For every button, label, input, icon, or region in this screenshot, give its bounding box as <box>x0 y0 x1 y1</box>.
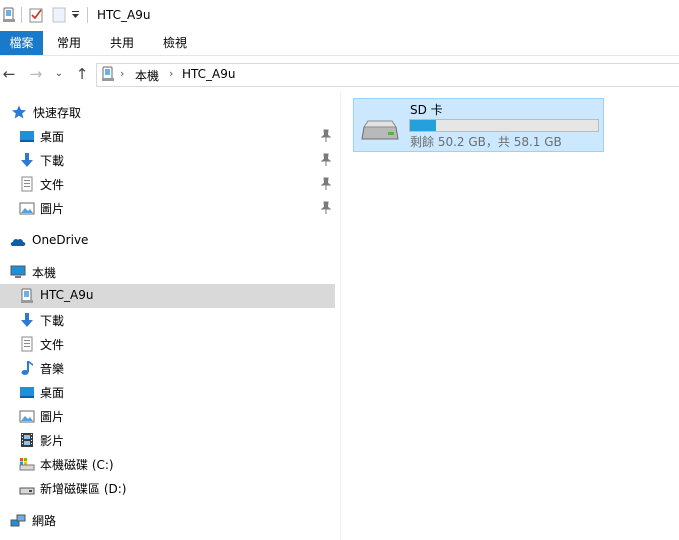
navigation-pane: 快速存取 桌面 下載 文件 圖片 OneDrive 本機 HTC_A9u 下載 … <box>0 92 341 540</box>
forward-button[interactable]: → <box>27 65 45 83</box>
phone-icon <box>102 66 114 81</box>
nav-label: 網路 <box>32 514 57 528</box>
tab-view[interactable]: 檢視 <box>154 31 196 55</box>
nav-videos[interactable]: 影片 <box>0 428 335 452</box>
arrow-up-icon: ↑ <box>75 65 89 83</box>
download-icon <box>21 153 33 167</box>
nav-quick-documents[interactable]: 文件 <box>0 172 335 196</box>
document-icon <box>21 336 33 352</box>
drive-name: SD 卡 <box>410 103 443 117</box>
tab-home[interactable]: 常用 <box>48 31 90 55</box>
nav-new-volume-d[interactable]: 新增磁碟區 (D:) <box>0 476 335 500</box>
nav-label: 文件 <box>40 338 65 352</box>
nav-label: 影片 <box>40 434 65 448</box>
back-button[interactable]: ← <box>0 65 18 83</box>
pictures-icon <box>19 202 35 215</box>
film-icon <box>21 433 33 447</box>
document-icon <box>21 176 33 192</box>
nav-desktop[interactable]: 桌面 <box>0 380 335 404</box>
nav-label: 快速存取 <box>33 106 82 120</box>
music-note-icon <box>21 361 33 375</box>
drive-usage-bar <box>409 119 599 132</box>
customize-quick-access-icon[interactable] <box>71 11 80 19</box>
ribbon: 檔案 常用 共用 檢視 <box>0 31 679 56</box>
nav-label: 圖片 <box>40 202 65 216</box>
breadcrumb-this-pc[interactable]: 本機 <box>135 67 159 84</box>
arrow-left-icon: ← <box>2 65 16 83</box>
pin-icon[interactable] <box>320 129 332 143</box>
navigation-bar: ← → ⌄ ↑ › 本機 › HTC_A9u <box>0 56 679 92</box>
nav-onedrive[interactable]: OneDrive <box>0 229 335 253</box>
nav-label: 桌面 <box>40 386 65 400</box>
title-bar: HTC_A9u <box>0 0 679 31</box>
nav-pictures[interactable]: 圖片 <box>0 404 335 428</box>
nav-quick-desktop[interactable]: 桌面 <box>0 124 335 148</box>
phone-icon[interactable] <box>2 7 16 23</box>
nav-downloads[interactable]: 下載 <box>0 308 335 332</box>
tab-file[interactable]: 檔案 <box>0 31 43 55</box>
nav-quick-pictures[interactable]: 圖片 <box>0 196 335 220</box>
address-bar[interactable]: › 本機 › HTC_A9u <box>96 63 679 87</box>
nav-htc-a9u[interactable]: HTC_A9u <box>0 284 335 308</box>
drive-usage-fill <box>410 120 436 131</box>
nav-label: 下載 <box>40 314 65 328</box>
system-drive-icon <box>19 458 35 471</box>
removable-drive-icon <box>361 120 399 140</box>
arrow-right-icon: → <box>29 65 43 83</box>
network-icon <box>10 514 26 527</box>
breadcrumb-htc-a9u[interactable]: HTC_A9u <box>182 67 235 81</box>
chevron-right-icon[interactable]: › <box>169 67 173 80</box>
tab-share[interactable]: 共用 <box>101 31 143 55</box>
chevron-down-icon: ⌄ <box>54 68 64 79</box>
drive-free-space: 剩餘 50.2 GB，共 58.1 GB <box>410 135 562 149</box>
nav-label: 圖片 <box>40 410 65 424</box>
nav-this-pc[interactable]: 本機 <box>0 260 335 284</box>
pin-icon[interactable] <box>320 153 332 167</box>
nav-network[interactable]: 網路 <box>0 508 335 532</box>
download-icon <box>21 313 33 327</box>
computer-icon <box>10 265 26 278</box>
phone-icon <box>21 288 33 303</box>
chevron-right-icon[interactable]: › <box>120 67 124 80</box>
properties-icon[interactable] <box>28 7 44 23</box>
pictures-icon <box>19 410 35 423</box>
pin-icon[interactable] <box>320 177 332 191</box>
window-title: HTC_A9u <box>97 8 151 22</box>
nav-music[interactable]: 音樂 <box>0 356 335 380</box>
nav-label: 文件 <box>40 178 65 192</box>
cloud-icon <box>10 238 26 246</box>
drive-icon <box>19 487 35 495</box>
recent-locations-button[interactable]: ⌄ <box>50 65 68 83</box>
nav-local-disk-c[interactable]: 本機磁碟 (C:) <box>0 452 335 476</box>
nav-label: HTC_A9u <box>40 288 94 302</box>
drive-tile-sd-card[interactable]: SD 卡 剩餘 50.2 GB，共 58.1 GB <box>353 98 604 152</box>
new-folder-icon[interactable] <box>52 7 66 23</box>
desktop-icon <box>20 131 34 142</box>
star-icon <box>12 105 26 119</box>
nav-documents[interactable]: 文件 <box>0 332 335 356</box>
nav-label: OneDrive <box>32 233 89 247</box>
nav-label: 本機 <box>32 266 57 280</box>
pin-icon[interactable] <box>320 201 332 215</box>
up-button[interactable]: ↑ <box>73 65 91 83</box>
nav-quick-access[interactable]: 快速存取 <box>0 100 335 124</box>
nav-label: 本機磁碟 (C:) <box>40 458 114 472</box>
nav-label: 音樂 <box>40 362 65 376</box>
desktop-icon <box>20 387 34 398</box>
nav-quick-downloads[interactable]: 下載 <box>0 148 335 172</box>
nav-label: 新增磁碟區 (D:) <box>40 482 127 496</box>
nav-label: 下載 <box>40 154 65 168</box>
nav-label: 桌面 <box>40 130 65 144</box>
